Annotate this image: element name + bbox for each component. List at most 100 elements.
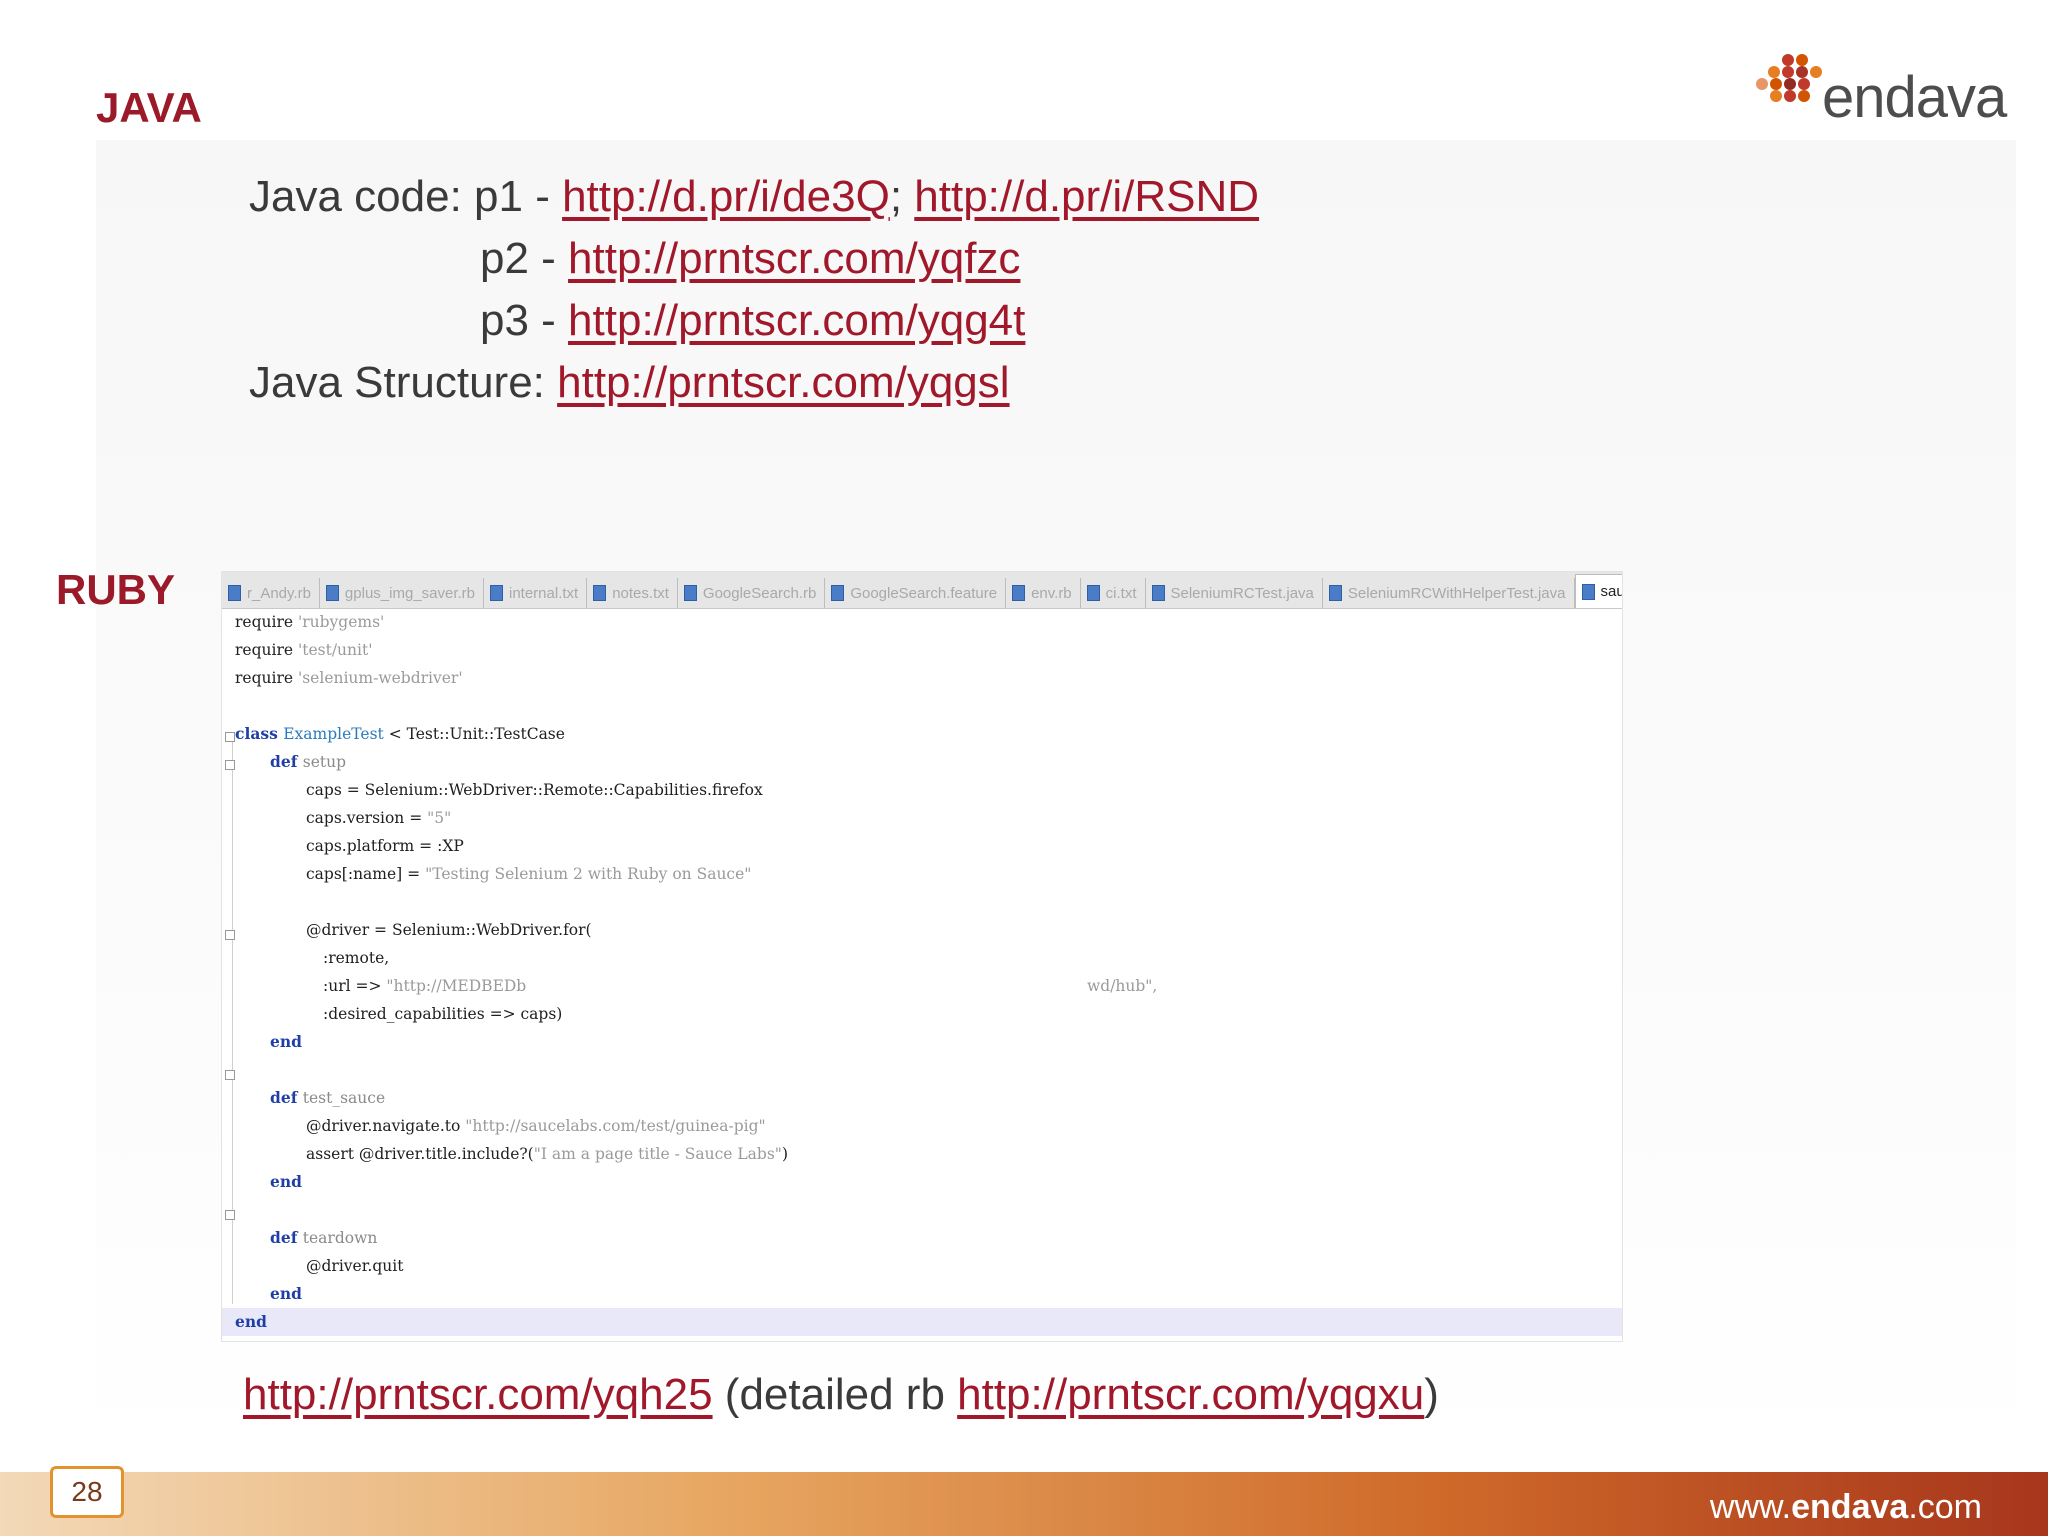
code-line: caps = Selenium::WebDriver::Remote::Capa… [306,781,763,799]
editor-tab[interactable]: ci.txt [1081,578,1146,608]
tab-label: sauce_test.rb [1600,583,1623,600]
code-class-name: ExampleTest [283,725,384,743]
java-p2-line: p2 - http://prntscr.com/yqfzc [480,234,1020,284]
code-method-name: teardown [302,1229,378,1247]
java-code-label: Java code: p1 - [249,172,563,221]
endava-logo-icon [1756,54,1822,102]
code-line: :url => "http://MEDBEDb wd/hub", [222,972,1622,1000]
code-line: require 'selenium-webdriver' [222,664,1622,692]
file-icon [1151,585,1165,601]
java-p3-link[interactable]: http://prntscr.com/yqg4t [568,296,1025,345]
code-line: require 'rubygems' [222,608,1622,636]
file-icon [490,585,503,601]
java-section-title: JAVA [96,84,202,131]
code-line: end [222,1280,1622,1308]
editor-tab-active[interactable]: sauce_test.rb [1574,574,1623,608]
code-line: end [222,1168,1622,1196]
code-string: "http://MEDBEDb [386,977,527,995]
code-editor[interactable]: require 'rubygems' require 'test/unit' r… [222,608,1622,1341]
code-line: def test_sauce [222,1084,1622,1112]
editor-tab[interactable]: r_Andy.rb [222,578,320,608]
code-keyword: end [270,1032,302,1051]
editor-tab[interactable]: notes.txt [587,578,678,608]
code-token: require [235,669,298,687]
page-number: 28 [50,1466,124,1518]
code-string: 'test/unit' [297,641,373,659]
code-line: end [222,1028,1622,1056]
code-token: assert @driver.title.include?( [306,1145,534,1163]
java-p2-link[interactable]: http://prntscr.com/yqfzc [568,234,1020,283]
java-structure-label: Java Structure: [249,358,558,407]
editor-tab[interactable]: GoogleSearch.feature [825,578,1007,608]
ide-screenshot: r_Andy.rb gplus_img_saver.rb internal.tx… [221,571,1623,1342]
code-line: @driver = Selenium::WebDriver.for( [306,921,592,939]
code-line: caps[:name] = "Testing Selenium 2 with R… [222,860,1622,888]
editor-tab[interactable]: SeleniumRCWithHelperTest.java [1323,578,1575,608]
code-keyword: def [270,1228,303,1247]
code-line: :desired_capabilities => caps) [323,1005,563,1023]
fold-toggle-icon[interactable] [225,1210,235,1220]
editor-tab[interactable]: internal.txt [484,578,588,608]
tab-label: env.rb [1031,584,1072,602]
file-icon [831,585,845,601]
code-keyword: end [235,1312,267,1331]
code-string: "I am a page title - Sauce Labs" [533,1145,782,1163]
detailed-rb-label: (detailed rb [712,1370,958,1419]
code-string: 'selenium-webdriver' [297,669,463,687]
file-icon [1328,585,1342,601]
code-token: < Test::Unit::TestCase [383,725,565,743]
code-token: require [235,613,298,631]
closing-paren: ) [1424,1370,1439,1419]
code-line: assert @driver.title.include?("I am a pa… [222,1140,1622,1168]
editor-tab[interactable]: env.rb [1006,578,1081,608]
fold-toggle-icon[interactable] [225,1070,235,1080]
code-token: :url => [323,977,387,995]
file-icon [325,585,339,601]
code-keyword: end [270,1172,302,1191]
footer-url-suffix: .com [1908,1488,1982,1526]
ruby-code-link[interactable]: http://prntscr.com/yqh25 [243,1370,713,1419]
java-code-line: Java code: p1 - http://d.pr/i/de3Q; http… [249,172,1259,222]
tab-label: GoogleSearch.feature [850,584,998,602]
code-string: "Testing Selenium 2 with Ruby on Sauce" [425,865,752,883]
code-method-name: setup [302,753,347,771]
code-string: 'rubygems' [297,613,385,631]
editor-tab[interactable]: gplus_img_saver.rb [320,578,484,608]
code-line: @driver.quit [306,1257,404,1275]
code-line: caps.platform = :XP [306,837,464,855]
java-structure-link[interactable]: http://prntscr.com/yqgsl [557,358,1009,407]
code-line-current: end [222,1308,1622,1336]
ruby-links-line: http://prntscr.com/yqh25 (detailed rb ht… [243,1370,1439,1420]
endava-logo-text: endava [1822,65,2007,130]
code-string: "5" [427,809,452,827]
editor-tab[interactable]: SeleniumRCTest.java [1146,578,1323,608]
tab-label: GoogleSearch.rb [702,584,817,602]
ruby-section-title: RUBY [56,566,176,613]
java-structure-line: Java Structure: http://prntscr.com/yqgsl [249,358,1010,408]
tab-label: internal.txt [509,584,579,602]
footer-url-brand: endava [1791,1488,1909,1526]
java-p1-link-2[interactable]: http://d.pr/i/RSND [914,172,1259,221]
file-icon [683,585,697,601]
tab-label: notes.txt [612,584,669,602]
code-line: @driver.navigate.to "http://saucelabs.co… [222,1112,1622,1140]
java-p2-label: p2 - [480,234,569,283]
endava-logo: endava [1752,50,2007,140]
tab-label: ci.txt [1105,584,1137,602]
code-keyword: def [270,752,303,771]
code-keyword: class [235,724,284,743]
code-token: require [235,641,298,659]
code-token: caps[:name] = [306,865,426,883]
code-line: def teardown [222,1224,1622,1252]
java-p1-link-1[interactable]: http://d.pr/i/de3Q [562,172,890,221]
java-p3-label: p3 - [480,296,569,345]
file-icon [1086,585,1100,601]
code-line: class ExampleTest < Test::Unit::TestCase [222,720,1622,748]
tab-label: SeleniumRCWithHelperTest.java [1347,584,1566,602]
editor-tab[interactable]: GoogleSearch.rb [678,578,826,608]
footer-url-prefix: www. [1709,1488,1792,1526]
file-icon [1012,585,1026,601]
code-line: require 'test/unit' [222,636,1622,664]
ruby-detailed-link[interactable]: http://prntscr.com/yqgxu [957,1370,1424,1419]
footer-website: www.endava.com [1710,1488,1982,1527]
